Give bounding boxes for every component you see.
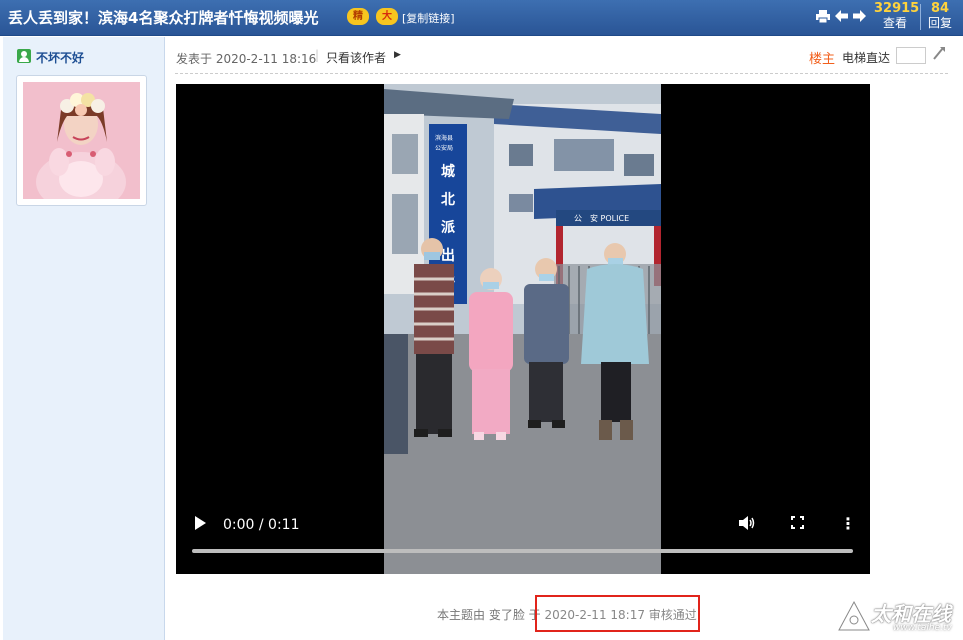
police-sign-text: 公 安 POLICE: [574, 213, 629, 223]
highlight-box: [535, 595, 700, 632]
sign-char-0: 城: [441, 163, 455, 180]
thread-title-bar: 丢人丢到家！滨海4名聚众打牌者忏悔视频曝光 精 大 [复制链接] 32915 查…: [0, 0, 963, 36]
post-timestamp: 发表于 2020-2-11 18:16: [176, 52, 317, 66]
triangle-right-icon: ▶: [394, 50, 401, 60]
avatar[interactable]: [23, 82, 140, 199]
avatar-frame: [16, 75, 147, 206]
thread-title: 丢人丢到家！滨海4名聚众打牌者忏悔视频曝光: [8, 9, 319, 27]
video-progress-bar[interactable]: [192, 549, 853, 553]
replies-stat: 84 回复: [925, 1, 955, 31]
jump-icon[interactable]: [932, 46, 946, 64]
large-badge: 大: [376, 8, 398, 25]
arrow-left-icon[interactable]: [835, 10, 848, 26]
print-icon[interactable]: [816, 10, 830, 27]
author-sidebar: 不坏不好: [3, 37, 165, 640]
elevator-label: 电梯直达: [842, 51, 891, 65]
watermark: 太和在线 www.taihe.tv: [837, 596, 959, 636]
views-stat: 32915 查看: [874, 1, 920, 31]
floor-jump-input[interactable]: [896, 47, 926, 64]
floor-label: 楼主: [809, 52, 836, 67]
sign-line-1: 滨海县: [435, 134, 453, 142]
sign-char-1: 北: [441, 192, 455, 208]
sign-line-2: 公安局: [435, 144, 453, 152]
author-name-link[interactable]: 不坏不好: [36, 49, 84, 66]
fullscreen-icon[interactable]: [791, 516, 804, 529]
video-frame: 公 安 POLICE 滨海县 公安局 城北派出所: [384, 84, 661, 574]
meta-separator: |: [315, 48, 320, 62]
more-options-icon[interactable]: ⋮: [840, 514, 856, 533]
copy-link-button[interactable]: [复制链接]: [402, 10, 455, 26]
sign-char-2: 派: [441, 220, 456, 236]
stat-divider: [920, 4, 921, 30]
user-icon: [17, 49, 31, 63]
sign-char-3: 出: [441, 247, 455, 264]
arrow-right-icon[interactable]: [853, 10, 866, 26]
play-icon[interactable]: [194, 516, 206, 534]
author-only-link[interactable]: 只看该作者: [326, 49, 386, 66]
views-count: 32915: [874, 1, 920, 16]
replies-label: 回复: [927, 16, 952, 30]
views-label: 查看: [882, 16, 907, 30]
watermark-logo-icon: [837, 600, 871, 632]
review-prefix: 本主题由 变了脸 于: [437, 608, 541, 622]
header-divider: [175, 73, 948, 74]
video-player[interactable]: 公 安 POLICE 滨海县 公安局 城北派出所: [176, 84, 870, 574]
watermark-url: www.taihe.tv: [893, 623, 952, 633]
digest-badge: 精: [347, 8, 369, 25]
video-controls: 0:00 / 0:11 ⋮: [176, 504, 870, 574]
volume-icon[interactable]: [739, 516, 756, 534]
video-time: 0:00 / 0:11: [223, 517, 300, 533]
replies-count: 84: [930, 1, 950, 16]
